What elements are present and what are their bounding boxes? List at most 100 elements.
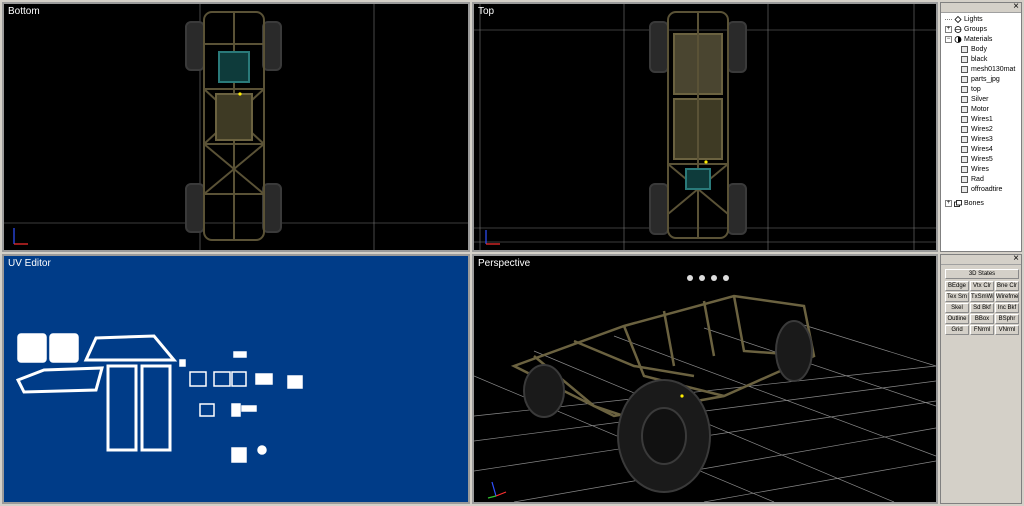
state-toggle-button[interactable]: Grid <box>945 325 969 335</box>
state-toggle-button[interactable]: VNrml <box>995 325 1019 335</box>
tree-item-material[interactable]: Wires3 <box>961 135 993 145</box>
material-icon <box>961 75 968 83</box>
tree-label: Groups <box>964 26 987 33</box>
material-icon <box>961 165 968 173</box>
viewport-title: UV Editor <box>8 258 51 269</box>
material-icon <box>961 95 968 103</box>
tree-label: Lights <box>964 16 983 23</box>
state-toggle-button[interactable]: Wirefme <box>995 292 1019 302</box>
tree-item-lights[interactable]: Lights <box>945 15 983 25</box>
tree-item-material[interactable]: offroadtire <box>961 185 1002 195</box>
panel-header: × <box>941 253 1021 265</box>
state-toggle-button[interactable]: Vtx Clr <box>970 281 994 291</box>
tree-item-material[interactable]: Wires5 <box>961 155 993 165</box>
tree-item-material[interactable]: black <box>961 55 987 65</box>
tree-item-material[interactable]: Wires <box>961 165 989 175</box>
top-view-canvas <box>474 4 936 250</box>
tree-label: Bones <box>964 200 984 207</box>
tree-label: Motor <box>971 106 989 113</box>
bones-icon <box>954 199 962 207</box>
state-toggle-button[interactable]: TxSmWr <box>970 292 994 302</box>
tree-item-bones[interactable]: + Bones <box>945 199 984 209</box>
viewport-bottom[interactable]: Bottom <box>2 2 470 252</box>
uv-islands <box>15 333 303 463</box>
viewport-top[interactable]: Top <box>472 2 938 252</box>
vehicle-top-view <box>649 11 747 239</box>
states-panel: × 3D States BEdge Vtx Clr Bne Clr Tex Sm TxS… <box>940 253 1022 504</box>
viewport-perspective[interactable]: Perspective <box>472 254 938 504</box>
material-icon <box>961 135 968 143</box>
viewport-uv-editor[interactable]: UV Editor <box>2 254 470 504</box>
scene-tree: Lights + Groups − Materials Body black mesh0… <box>941 14 1021 251</box>
headlights <box>687 275 729 281</box>
tree-label: mesh0130mat <box>971 66 1016 73</box>
state-toggle-button[interactable]: Sd Bkf <box>970 303 994 313</box>
state-toggle-button[interactable]: Skel <box>945 303 969 313</box>
material-icon <box>961 105 968 113</box>
material-icon <box>961 125 968 133</box>
viewport-title: Perspective <box>478 258 531 269</box>
perspective-canvas <box>474 275 936 502</box>
tree-label: Wires <box>971 166 989 173</box>
uv-layout-canvas <box>15 333 303 463</box>
bottom-view-canvas <box>4 4 468 250</box>
state-toggle-button[interactable]: FNrml <box>970 325 994 335</box>
tree-item-material[interactable]: mesh0130mat <box>961 65 1015 75</box>
tree-item-material[interactable]: Body <box>961 45 987 55</box>
tree-label: parts_jpg <box>971 76 1000 83</box>
tree-item-material[interactable]: parts_jpg <box>961 75 1000 85</box>
state-toggle-button[interactable]: Inc Bkf <box>995 303 1019 313</box>
material-icon <box>961 145 968 153</box>
panel-header: × <box>941 1 1021 13</box>
material-icon <box>961 185 968 193</box>
state-toggle-button[interactable]: BEdge <box>945 281 969 291</box>
states-header-button[interactable]: 3D States <box>945 269 1019 279</box>
tree-label: Wires2 <box>971 126 993 133</box>
tree-label: Silver <box>971 96 989 103</box>
tree-label: Wires4 <box>971 146 993 153</box>
tree-label: top <box>971 86 981 93</box>
material-icon <box>961 55 968 63</box>
tree-item-material[interactable]: Wires4 <box>961 145 993 155</box>
tree-label: offroadtire <box>971 186 1003 193</box>
tree-label: Wires3 <box>971 136 993 143</box>
close-icon[interactable]: × <box>1013 253 1019 265</box>
material-icon <box>961 115 968 123</box>
tree-item-material[interactable]: Rad <box>961 175 984 185</box>
tree-item-material[interactable]: Motor <box>961 105 989 115</box>
tree-item-groups[interactable]: + Groups <box>945 25 987 35</box>
tree-label: Wires1 <box>971 116 993 123</box>
material-sphere-icon <box>954 35 962 43</box>
state-toggle-button[interactable]: Outline <box>945 314 969 324</box>
viewport-title: Top <box>478 6 495 17</box>
tree-item-material[interactable]: Wires2 <box>961 125 993 135</box>
tree-label: Wires5 <box>971 156 993 163</box>
group-icon <box>954 25 962 33</box>
expand-icon[interactable]: + <box>945 25 952 33</box>
state-toggle-button[interactable]: BSphr <box>995 314 1019 324</box>
material-icon <box>961 155 968 163</box>
tree-item-material[interactable]: Silver <box>961 95 989 105</box>
close-icon[interactable]: × <box>1013 1 1019 13</box>
tree-item-material[interactable]: Wires1 <box>961 115 993 125</box>
light-icon <box>954 15 962 23</box>
expand-icon[interactable]: + <box>945 199 952 207</box>
tree-label: Body <box>971 46 987 53</box>
tree-item-material[interactable]: top <box>961 85 981 95</box>
material-icon <box>961 45 968 53</box>
tree-item-materials[interactable]: − Materials <box>945 35 992 45</box>
tree-label: black <box>971 56 988 63</box>
scene-tree-panel: × Lights + Groups − Materials Body black mes… <box>940 1 1022 252</box>
axis-gizmo <box>13 228 28 245</box>
state-toggle-button[interactable]: Bne Clr <box>995 281 1019 291</box>
material-icon <box>961 175 968 183</box>
viewport-title: Bottom <box>8 6 40 17</box>
axis-gizmo <box>487 481 507 499</box>
tree-label: Rad <box>971 176 984 183</box>
collapse-icon[interactable]: − <box>945 35 952 43</box>
state-toggle-button[interactable]: BBox <box>970 314 994 324</box>
state-toggle-button[interactable]: Tex Sm <box>945 292 969 302</box>
tree-label: Materials <box>964 36 993 43</box>
material-icon <box>961 85 968 93</box>
material-icon <box>961 65 968 73</box>
